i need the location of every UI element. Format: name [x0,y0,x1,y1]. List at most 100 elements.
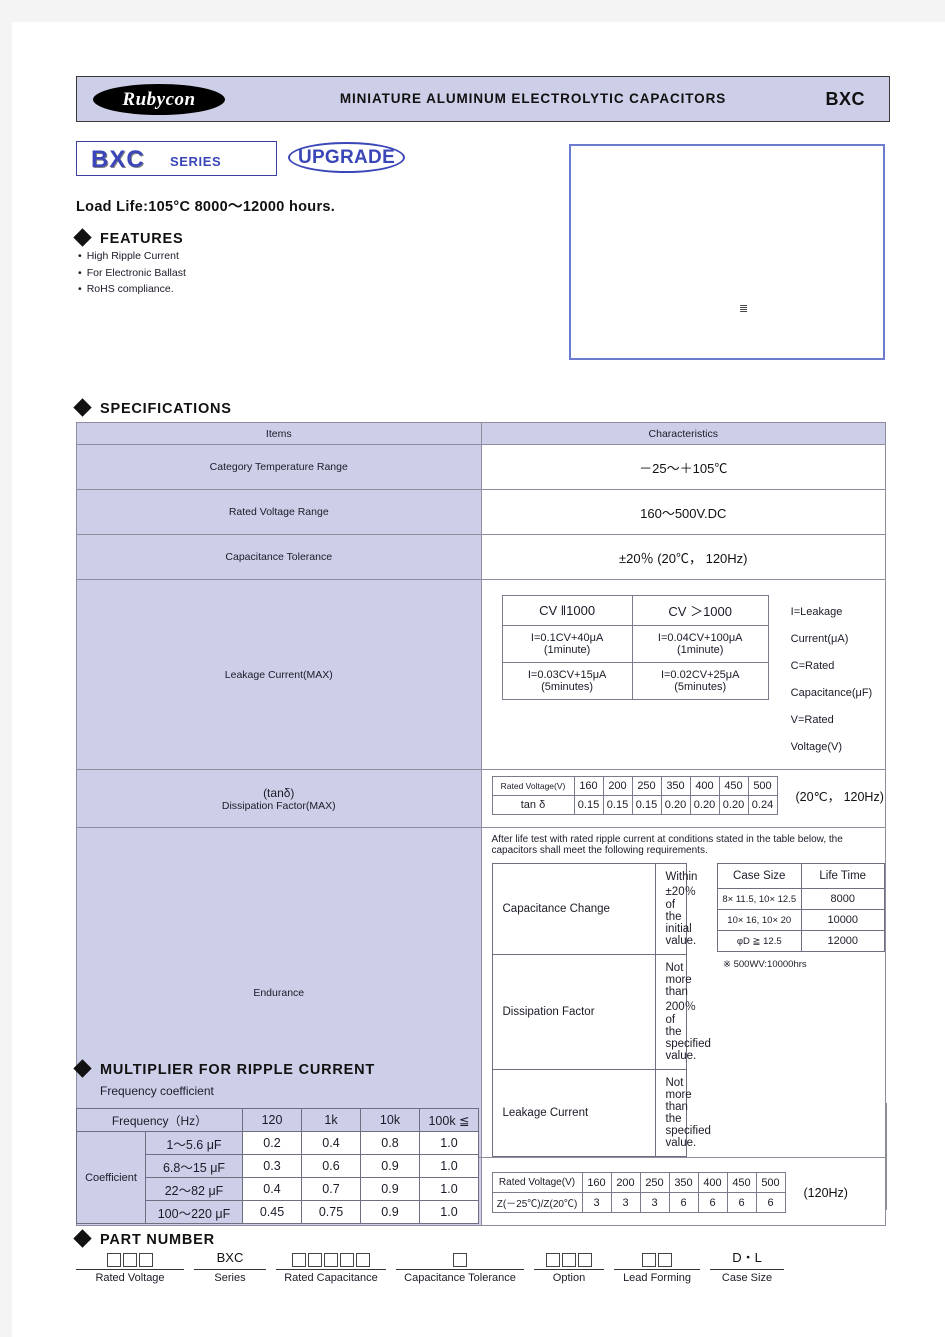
case-size-cell: 10× 16, 10× 20 [717,909,802,931]
life-time-cell: 10000 [800,909,885,931]
voltage-cell: 200 [610,1172,641,1193]
endurance-footnote: ※ 500WV:10000hrs [723,959,807,970]
row-value-leakage: CV ‖1000 CV ＞1000 I=0.1CV+40μA (1minute)… [480,579,886,770]
freq-col: 1k [301,1108,361,1132]
diamond-bullet-icon [73,227,92,247]
ratio-cell: 3 [581,1192,612,1213]
leakage-formula-table: CV ‖1000 CV ＞1000 I=0.1CV+40μA (1minute)… [501,595,769,700]
table-row: Leakage Current Not more than the specif… [491,1069,711,1157]
leakage-legend: I=Leakage Current(μA) C=Rated Capacitanc… [791,595,875,761]
pn-field-case-size: D・L Case Size [710,1248,784,1284]
freq-col: 100k ≦ [419,1108,479,1132]
dissipation-condition: (20℃， 120Hz) [795,790,884,804]
life-time-cell: 8000 [800,888,885,910]
ratio-cell: 6 [726,1192,757,1213]
cap-range: 100～220 μF [145,1200,243,1224]
voltage-cell: 500 [755,1172,786,1193]
voltage-cell: 200 [602,776,633,796]
features-heading-row: FEATURES [73,227,183,247]
ratio-cell: 6 [697,1192,728,1213]
coef-value: 0.4 [242,1177,302,1201]
leakage-col2-line2: I=0.02CV+25μA (5minutes) [631,662,769,700]
table-row: Rated Voltage(V) 160 200 250 350 400 450… [491,1172,786,1193]
voltage-cell: 400 [689,776,720,796]
row-value-dissipation: Rated Voltage(V) 160 200 250 350 400 450… [480,769,886,828]
series-name: BXC [91,146,145,173]
ratio-cell: 6 [755,1192,786,1213]
leakage-col1-line1: I=0.1CV+40μA (1minute) [501,625,633,663]
life-time-table: Case Size Life Time 8× 11.5, 10× 12.5 80… [717,863,885,952]
coef-value: 0.4 [301,1131,361,1155]
table-row: 8× 11.5, 10× 12.5 8000 [717,888,885,910]
table-header-row: Items Characteristics [76,422,886,445]
pn-square [356,1253,370,1267]
freq-col: 10k [360,1108,420,1132]
table-row: I=0.03CV+15μA (5minutes) I=0.02CV+25μA (… [501,662,769,700]
pn-caption: Rated Voltage [95,1272,165,1284]
header-title: MINIATURE ALUMINUM ELECTROLYTIC CAPACITO… [339,91,727,106]
table-row: Z(－25℃)/Z(20℃) 3 3 3 6 6 6 6 [491,1192,786,1213]
multiplier-heading: MULTIPLIER FOR RIPPLE CURRENT [100,1062,376,1078]
pn-boxes [396,1248,524,1267]
diamond-bullet-icon [73,1228,92,1248]
legend-item: I=Leakage Current(μA) [790,606,849,645]
ratio-cell: 3 [639,1192,670,1213]
criterion-requirement: Within ±20％ of the initial value. [654,863,697,955]
pn-square [453,1253,467,1267]
datasheet-page: Rubycon MINIATURE ALUMINUM ELECTROLYTIC … [0,0,945,1337]
row-value-temp-range: －25～＋105℃ [480,444,886,490]
coef-value: 1.0 [419,1131,479,1155]
leakage-col2-header: CV ＞1000 [631,595,769,626]
col-items: Items [76,422,482,445]
tand-cell: 0.15 [602,795,633,815]
pn-caption: Lead Forming [623,1272,691,1284]
tand-cell: 0.20 [718,795,749,815]
freq-col: 120 [242,1108,302,1132]
pn-boxes [614,1248,700,1267]
upgrade-badge: UPGRADE [288,142,405,173]
pn-square [658,1253,672,1267]
col-case-size: Case Size [717,863,802,889]
table-header-row: Case Size Life Time [717,863,885,889]
row-label-leakage: Leakage Current(MAX) [76,579,482,770]
voltage-cell: 450 [718,776,749,796]
pn-field-series: BXC Series [194,1248,266,1284]
product-photo-placeholder: ≣ [569,144,885,360]
page-left-margin-band [0,22,12,1337]
multiplier-heading-row: MULTIPLIER FOR RIPPLE CURRENT [73,1058,376,1078]
criterion-name: Leakage Current [491,1069,656,1157]
table-row: Coefficient 1～5.6 μF 0.2 0.4 0.8 1.0 [76,1131,479,1224]
pn-square [292,1253,306,1267]
voltage-cell: 500 [747,776,778,796]
table-row: Rated Voltage(V) 160 200 250 350 400 450… [491,776,778,796]
part-number-heading: PART NUMBER [100,1232,215,1248]
diamond-bullet-icon [73,1058,92,1078]
table-row: Leakage Current(MAX) CV ‖1000 CV ＞1000 I… [76,579,886,770]
col-life-time: Life Time [800,863,885,889]
voltage-cell: 350 [668,1172,699,1193]
dissipation-label-line1: (tanδ) [263,785,295,800]
coef-value: 0.9 [360,1154,420,1178]
pn-square [340,1253,354,1267]
voltage-cell: 400 [697,1172,728,1193]
ratio-cell: 6 [668,1192,699,1213]
tand-cell: 0.15 [573,795,604,815]
coef-value: 0.9 [360,1177,420,1201]
cap-range: 6.8～15 μF [145,1154,243,1178]
pn-caption: Case Size [721,1272,773,1284]
list-item: RoHS compliance. [78,281,186,298]
pn-field-capacitance-tolerance: Capacitance Tolerance [396,1248,524,1284]
row-value-cap-tolerance: ±20％ (20℃， 120Hz) [480,534,886,580]
coef-value: 0.8 [360,1131,420,1155]
impedance-ratio-table: Rated Voltage(V) 160 200 250 350 400 450… [491,1172,786,1213]
legend-item: C=Rated Capacitance(μF) [790,660,873,699]
pn-square [578,1253,592,1267]
criterion-name: Dissipation Factor [491,954,656,1070]
diamond-bullet-icon [73,397,92,417]
frequency-header: Frequency（Hz） [76,1108,243,1132]
pn-caption: Series [214,1272,246,1284]
voltage-cell: 160 [581,1172,612,1193]
dissipation-row1-label: Rated Voltage(V) [491,776,575,796]
pn-square [107,1253,121,1267]
row-label-dissipation: (tanδ) Dissipation Factor(MAX) [76,769,482,828]
